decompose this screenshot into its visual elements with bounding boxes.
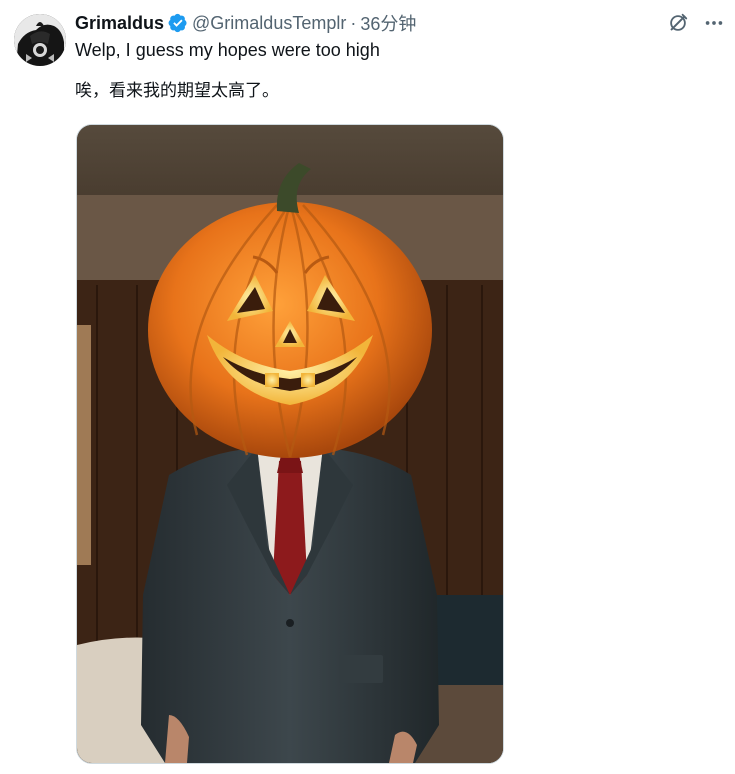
- avatar[interactable]: [14, 14, 66, 66]
- tweet-text: Welp, I guess my hopes were too high: [75, 40, 380, 60]
- user-handle[interactable]: @GrimaldusTemplr: [192, 13, 346, 34]
- timestamp[interactable]: 36分钟: [360, 10, 416, 36]
- media-image: [77, 125, 503, 763]
- verified-badge-icon: [168, 13, 187, 33]
- avatar-image: [14, 14, 66, 66]
- display-name[interactable]: Grimaldus: [75, 13, 164, 34]
- tweet: Grimaldus @GrimaldusTemplr · 36分钟 Welp, …: [0, 0, 735, 774]
- tweet-media[interactable]: [76, 124, 504, 764]
- tweet-header: Grimaldus @GrimaldusTemplr · 36分钟: [75, 11, 416, 35]
- tweet-actions: [667, 12, 725, 34]
- tweet-translation: 唉，看来我的期望太高了。: [75, 81, 279, 101]
- grok-icon[interactable]: [667, 12, 689, 34]
- more-icon[interactable]: [703, 12, 725, 34]
- separator-dot: ·: [350, 12, 357, 33]
